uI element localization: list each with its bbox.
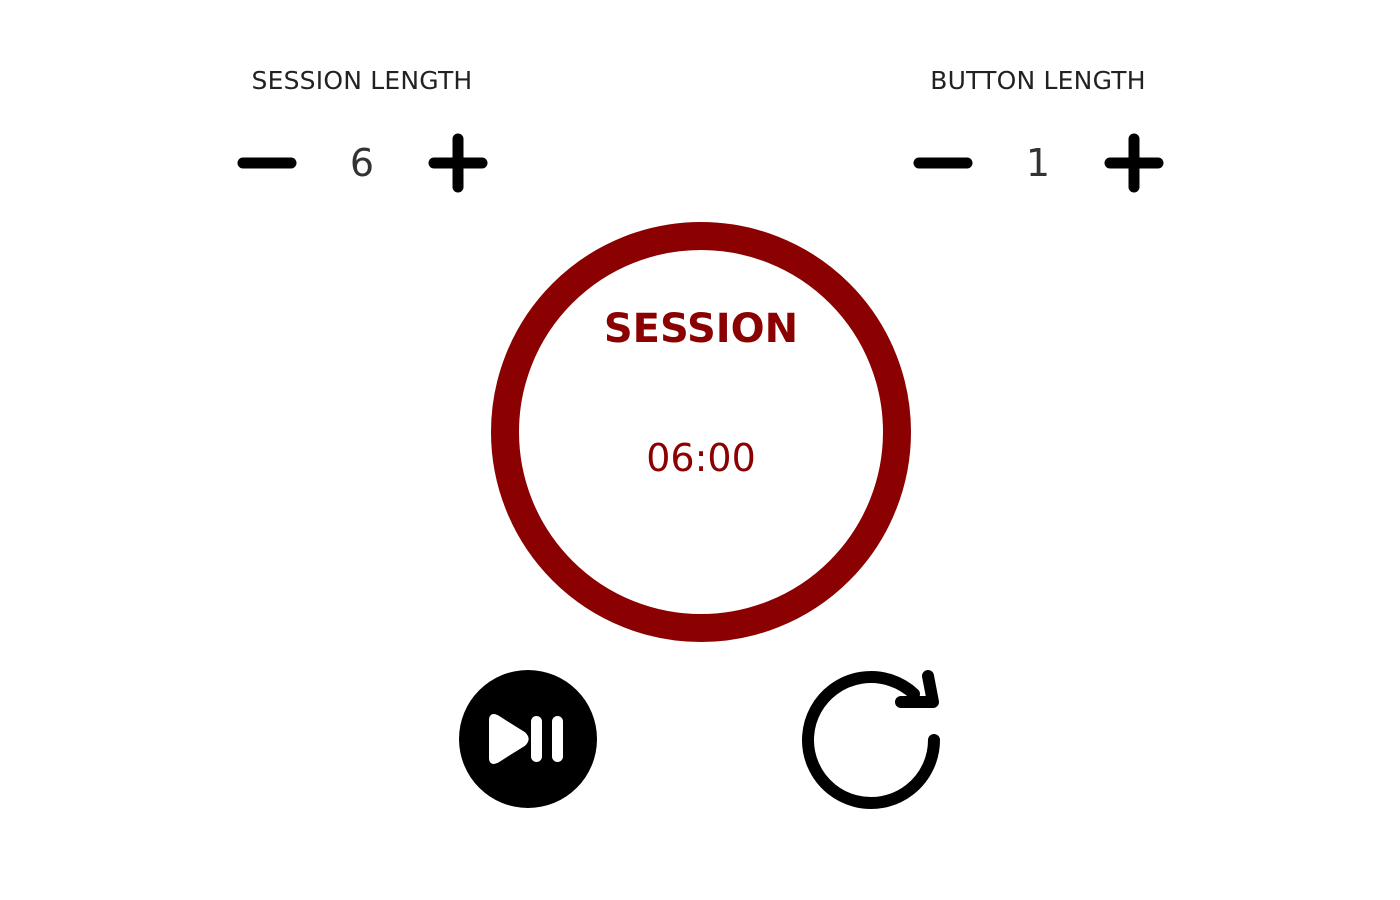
button-increment-button[interactable] (1101, 130, 1167, 196)
timer-mode-title: SESSION (603, 306, 799, 352)
plus-icon (428, 133, 488, 193)
timer-countdown: 06:00 (646, 436, 756, 480)
play-pause-button[interactable] (457, 668, 599, 810)
session-length-stepper: 6 (182, 130, 542, 196)
button-length-stepper: 1 (858, 130, 1218, 196)
timer-display: SESSION 06:00 (491, 222, 911, 642)
plus-icon (1104, 133, 1164, 193)
reset-icon (802, 670, 940, 810)
session-length-label: SESSION LENGTH (251, 66, 473, 95)
button-length-label: BUTTON LENGTH (930, 66, 1146, 95)
session-length-value: 6 (349, 141, 375, 185)
play-pause-icon (459, 670, 597, 808)
session-increment-button[interactable] (425, 130, 491, 196)
reset-button[interactable] (798, 664, 948, 814)
button-length-value: 1 (1025, 141, 1051, 185)
